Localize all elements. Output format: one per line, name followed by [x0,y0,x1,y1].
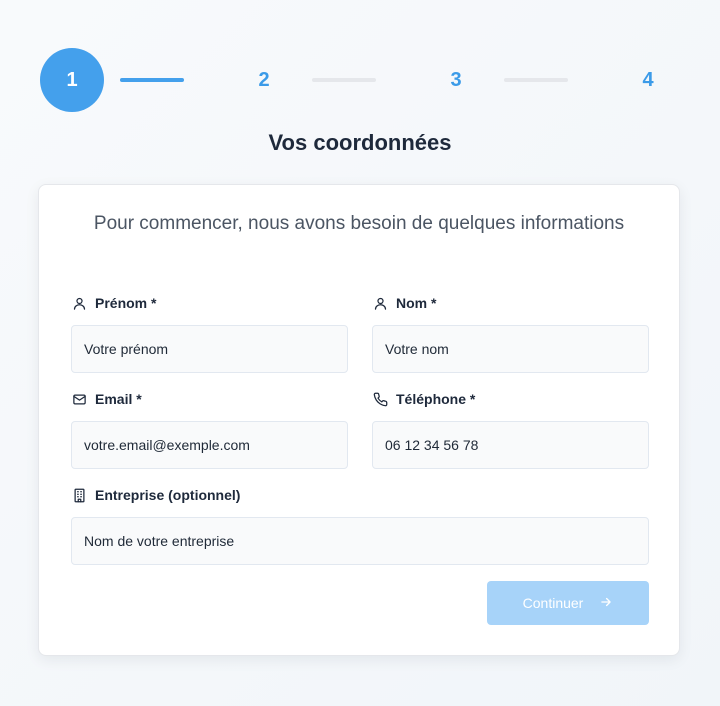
step-connector-1 [120,78,184,82]
step-number: 3 [450,68,462,91]
email-label-text: Email * [95,391,142,407]
phone-label-text: Téléphone * [396,391,476,407]
last-name-label-text: Nom * [396,295,437,311]
email-field: Email * [71,389,348,469]
user-icon [372,295,388,311]
step-3[interactable]: 3 [424,48,488,112]
step-number: 2 [258,68,270,91]
page-title: Vos coordonnées [268,130,452,155]
last-name-input[interactable] [372,325,649,373]
continue-label: Continuer [522,595,584,611]
step-1[interactable]: 1 [40,48,104,112]
step-number: 1 [66,68,78,91]
progress-stepper: 1 2 3 4 [40,48,680,112]
user-icon [71,295,87,311]
first-name-label-text: Prénom * [95,295,157,311]
building-icon [71,487,87,503]
card-subtitle: Pour commencer, nous avons besoin de que… [93,213,625,234]
step-connector-2 [312,78,376,82]
company-label: Entreprise (optionnel) [71,485,649,505]
continue-button[interactable]: Continuer [487,581,649,625]
phone-icon [372,391,388,407]
last-name-field: Nom * [372,293,649,373]
first-name-input[interactable] [71,325,348,373]
mail-icon [71,391,87,407]
phone-field: Téléphone * [372,389,649,469]
step-4[interactable]: 4 [616,48,680,112]
first-name-field: Prénom * [71,293,348,373]
email-label: Email * [71,389,348,409]
step-number: 4 [642,68,654,91]
email-input[interactable] [71,421,348,469]
company-field: Entreprise (optionnel) [71,485,649,565]
company-input[interactable] [71,517,649,565]
step-2[interactable]: 2 [232,48,296,112]
last-name-label: Nom * [372,293,649,313]
phone-label: Téléphone * [372,389,649,409]
company-label-text: Entreprise (optionnel) [95,487,241,503]
form-card: Pour commencer, nous avons besoin de que… [38,184,680,656]
arrow-right-icon [599,595,613,612]
step-connector-3 [504,78,568,82]
first-name-label: Prénom * [71,293,348,313]
phone-input[interactable] [372,421,649,469]
